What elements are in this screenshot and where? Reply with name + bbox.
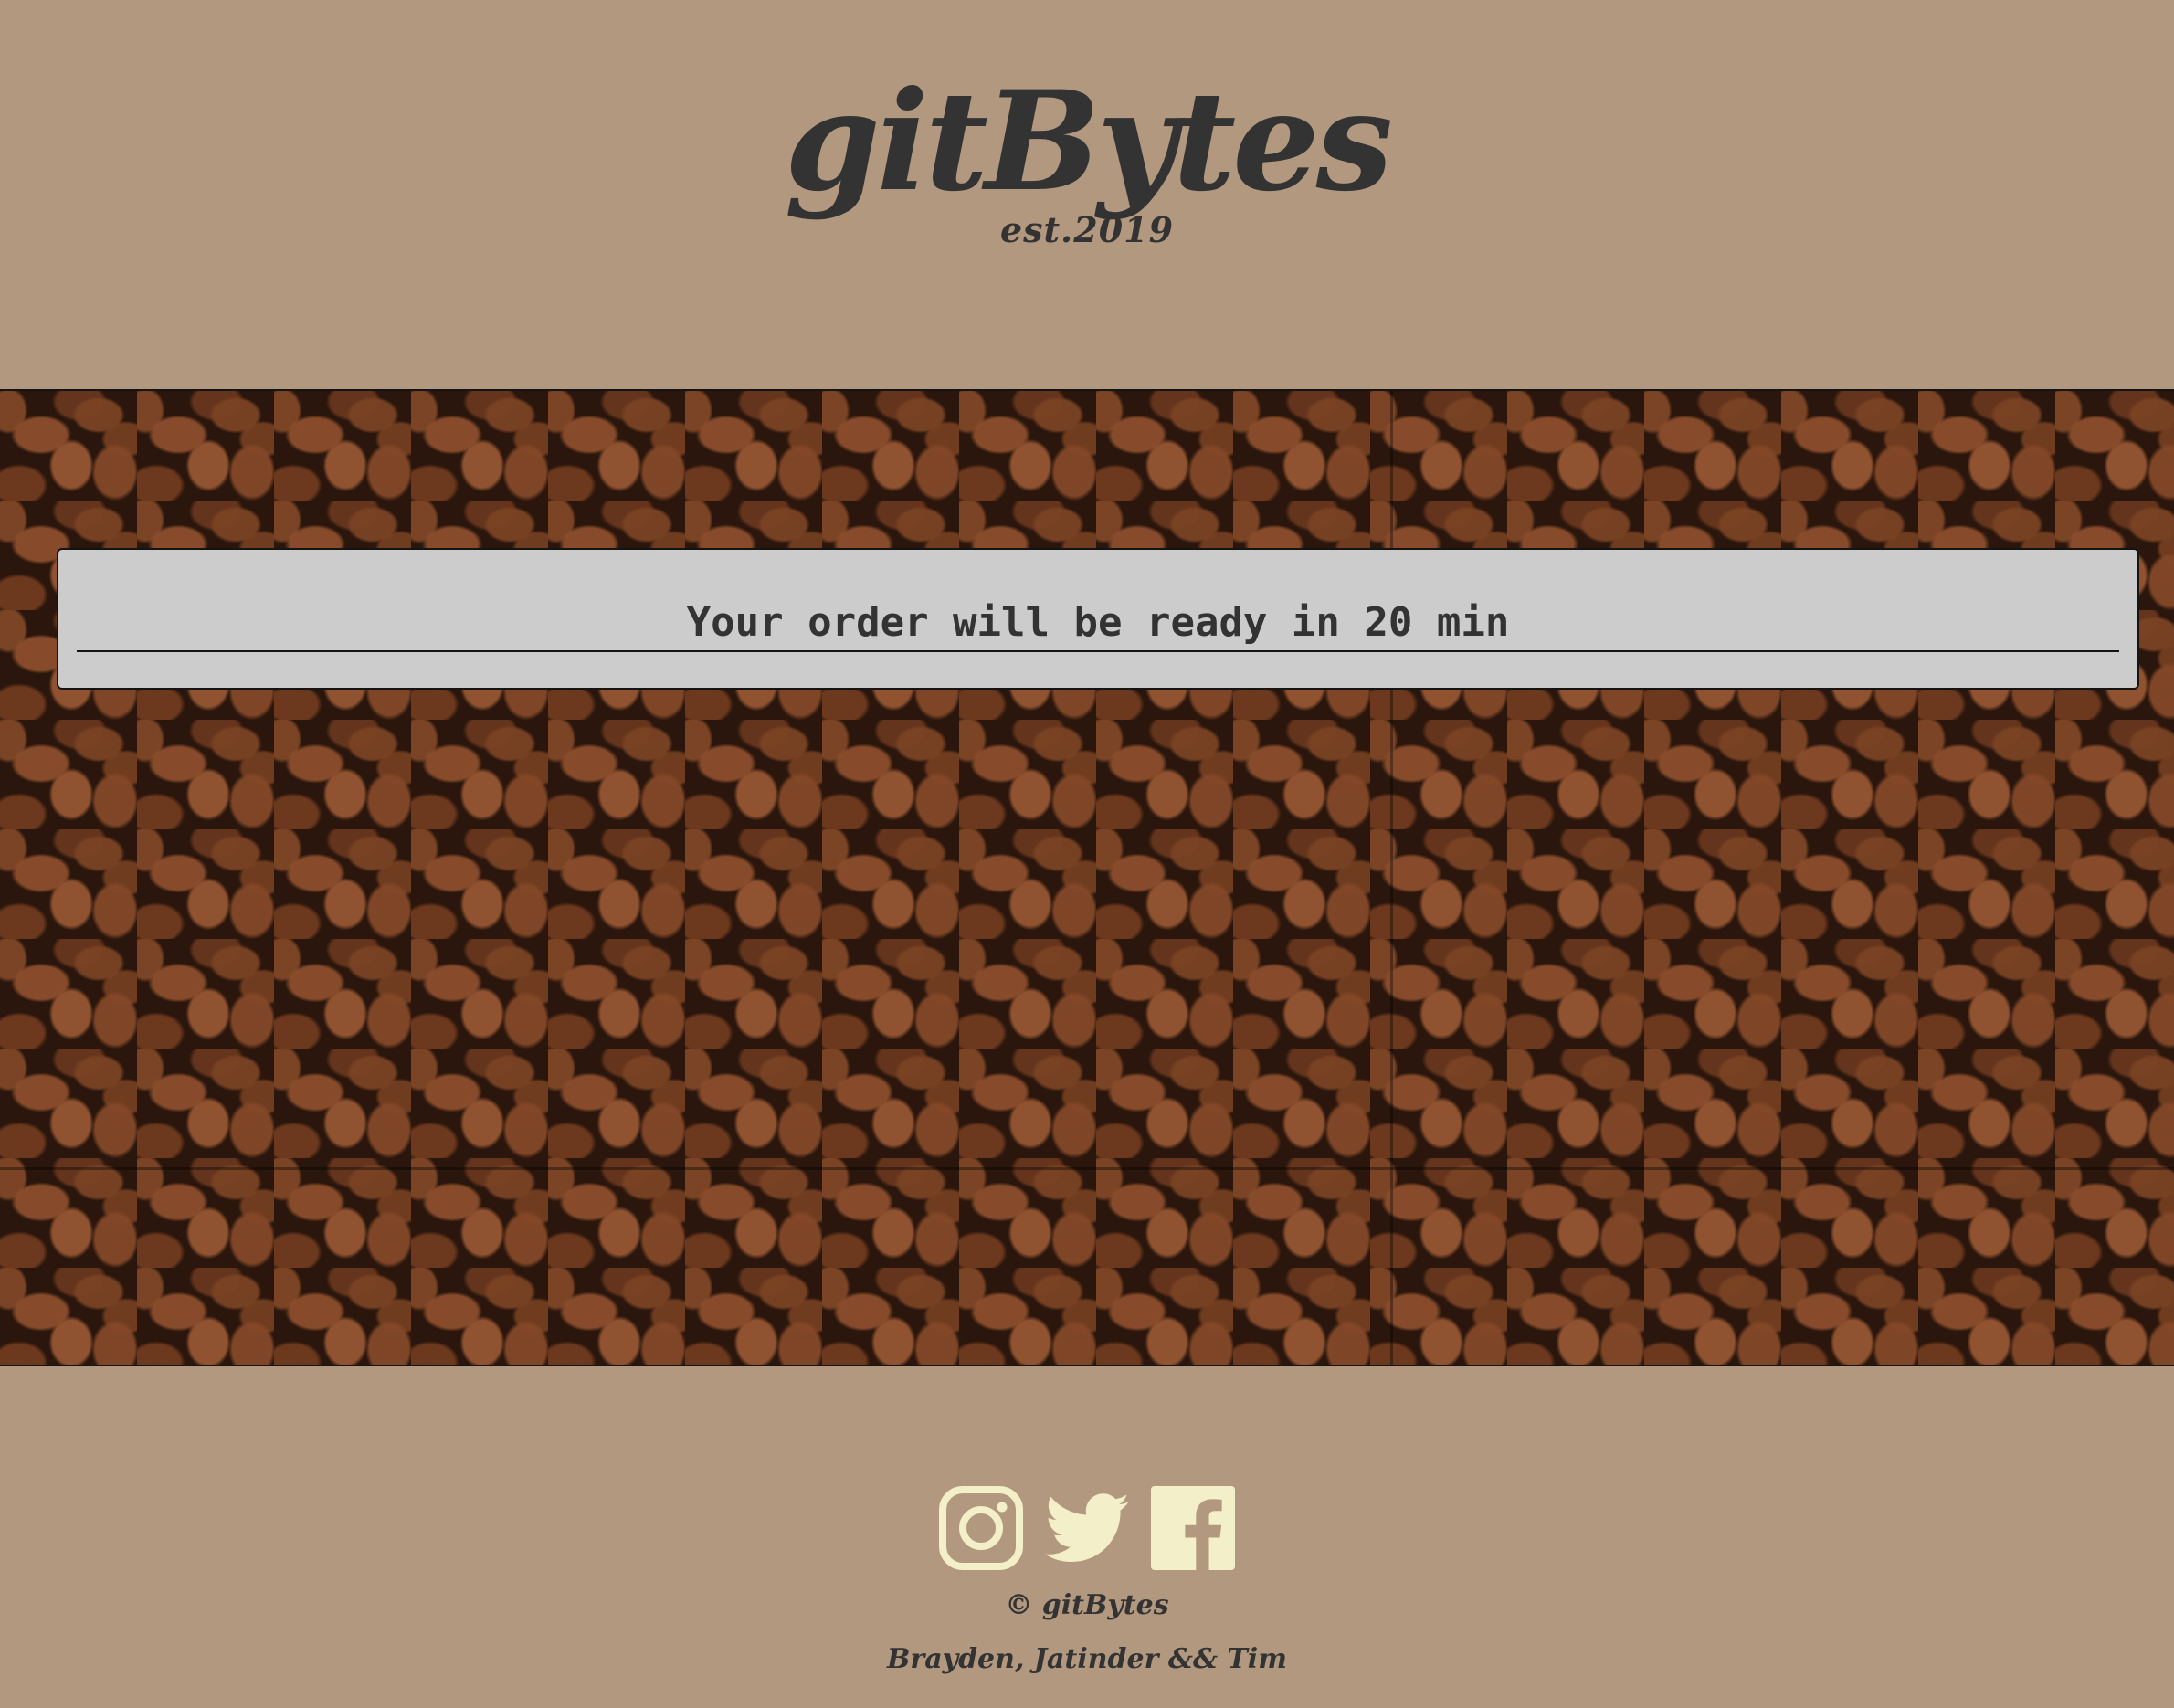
social-links [0, 1486, 2174, 1570]
order-message-underline [77, 650, 2119, 652]
brand-logo-title: gitBytes [784, 61, 1393, 222]
site-header: gitBytes est.2019 [0, 64, 2174, 250]
hero-tile-seam-horizontal [0, 1167, 2174, 1170]
facebook-icon[interactable] [1151, 1486, 1235, 1570]
footer-authors: Brayden, Jatinder && Tim [887, 1643, 1287, 1675]
instagram-icon[interactable] [939, 1486, 1023, 1570]
footer-copyright: © gitBytes [1005, 1589, 1169, 1621]
hero-tile-seam-vertical [1390, 391, 1393, 1365]
coffee-beans-hero-image [0, 389, 2174, 1366]
established-tagline: est.2019 [999, 209, 1175, 250]
order-status-panel: Your order will be ready in 20 min [57, 548, 2139, 690]
twitter-icon[interactable] [1045, 1486, 1129, 1570]
order-ready-message: Your order will be ready in 20 min [686, 599, 1510, 646]
